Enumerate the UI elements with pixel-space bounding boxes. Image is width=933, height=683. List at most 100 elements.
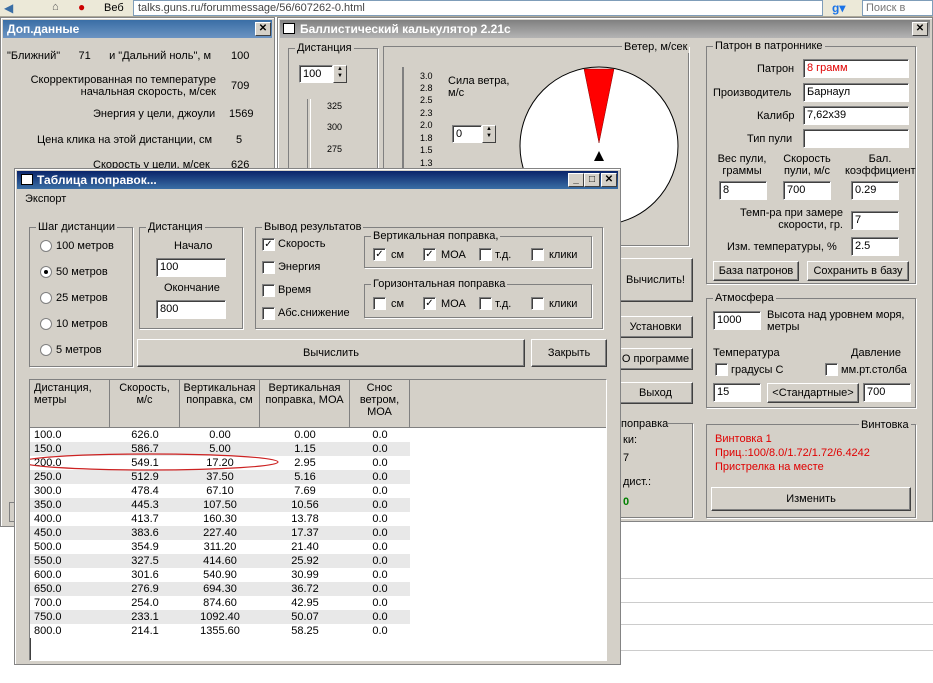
table-row[interactable]: 100.0 626.0 0.00 0.00 0.0 <box>30 428 410 442</box>
vert-checkbox[interactable] <box>479 248 492 261</box>
horiz-checkbox[interactable] <box>479 297 492 310</box>
table-row[interactable]: 500.0 354.9 311.20 21.40 0.0 <box>30 540 410 554</box>
settings-button[interactable]: Установки <box>618 316 693 338</box>
calculate-main-button[interactable]: Вычислить! <box>618 258 693 302</box>
altitude-input[interactable]: 1000 <box>713 311 761 330</box>
end-label: Окончание <box>164 282 220 294</box>
measure-temp-value: 7 <box>855 214 862 226</box>
caliber-input[interactable]: 7,62x39 <box>803 106 909 125</box>
back-icon[interactable]: ◀ <box>4 1 28 15</box>
search-input[interactable]: Поиск в Goog <box>862 0 933 28</box>
click-price-value: 5 <box>236 134 243 146</box>
end-input[interactable]: 800 <box>156 300 226 319</box>
table-row[interactable]: 700.0 254.0 874.60 42.95 0.0 <box>30 596 410 610</box>
forward-icon[interactable]: ● <box>78 0 92 14</box>
table-row[interactable]: 600.0 301.6 540.90 30.99 0.0 <box>30 568 410 582</box>
mmhg-checkbox[interactable] <box>825 363 838 376</box>
bullet-type-input[interactable] <box>803 129 909 148</box>
speed-input[interactable]: 700 <box>783 181 831 200</box>
distance-input[interactable]: 100 <box>299 65 333 83</box>
maximize-icon[interactable]: □ <box>584 173 600 187</box>
table-row[interactable]: 450.0 383.6 227.40 17.37 0.0 <box>30 526 410 540</box>
maker-input[interactable]: Барнаул <box>803 83 909 102</box>
table-row[interactable]: 750.0 233.1 1092.40 50.07 0.0 <box>30 610 410 624</box>
step-radio[interactable] <box>40 266 52 278</box>
save-to-db-button[interactable]: Сохранить в базу <box>807 261 909 281</box>
vert-checkbox[interactable]: ✓ <box>373 248 386 261</box>
bullet-input[interactable]: 8 грамм <box>803 59 909 78</box>
table-cell: 0.0 <box>372 569 388 581</box>
output-checkbox[interactable] <box>262 261 275 274</box>
export-menu[interactable]: Экспорт <box>25 193 66 205</box>
column-header-label: Вертикальная поправка, см <box>183 382 256 406</box>
step-radio[interactable] <box>40 292 52 304</box>
cartridge-db-button[interactable]: База патронов <box>713 261 799 281</box>
home-icon[interactable]: ⌂ <box>52 1 66 15</box>
step-radio[interactable] <box>40 240 52 252</box>
celsius-checkbox[interactable] <box>715 363 728 376</box>
cartridge-db-label: База патронов <box>718 265 794 277</box>
step-radio[interactable] <box>40 344 52 356</box>
output-checkbox[interactable] <box>262 284 275 297</box>
column-header[interactable]: Дистанция, метры <box>30 380 110 428</box>
table-row[interactable]: 400.0 413.7 160.30 13.78 0.0 <box>30 512 410 526</box>
about-label: О программе <box>621 353 690 365</box>
bc-input[interactable]: 0.29 <box>851 181 899 200</box>
change-rifle-button[interactable]: Изменить <box>711 487 911 511</box>
column-header[interactable]: Вертикальная поправка, см <box>180 380 260 428</box>
wind-scale-tick: 2.0 <box>420 120 433 130</box>
horiz-checkbox[interactable] <box>373 297 386 310</box>
pressure-input[interactable]: 700 <box>863 383 911 402</box>
vert-checkbox[interactable]: ✓ <box>423 248 436 261</box>
output-checkbox[interactable] <box>262 307 275 320</box>
temperature-input[interactable]: 15 <box>713 383 761 402</box>
column-header[interactable]: Вертикальная поправка, МОА <box>260 380 350 428</box>
table-cell: 100.0 <box>34 429 62 441</box>
table-row[interactable]: 800.0 214.1 1355.60 58.25 0.0 <box>30 624 410 638</box>
vert-checkbox[interactable] <box>531 248 544 261</box>
wind-force-input[interactable]: 0 <box>452 125 482 143</box>
close-icon[interactable]: ✕ <box>255 22 271 36</box>
table-cell: 0.0 <box>372 527 388 539</box>
output-checkbox[interactable]: ✓ <box>262 238 275 251</box>
step-radio[interactable] <box>40 318 52 330</box>
horiz-checkbox[interactable]: ✓ <box>423 297 436 310</box>
measure-temp-input[interactable]: 7 <box>851 211 899 230</box>
table-cell: 10.56 <box>291 499 319 511</box>
distance-spinner[interactable]: ▲ ▼ <box>333 65 347 83</box>
table-cell: 414.60 <box>203 555 237 567</box>
temp-change-label: Изм. температуры, % <box>727 241 837 253</box>
table-row[interactable]: 550.0 327.5 414.60 25.92 0.0 <box>30 554 410 568</box>
temp-change-input[interactable]: 2.5 <box>851 237 899 256</box>
close-icon[interactable]: ✕ <box>912 22 928 36</box>
table-cell: 0.0 <box>372 485 388 497</box>
close-icon[interactable]: ✕ <box>601 173 617 187</box>
table-row[interactable]: 650.0 276.9 694.30 36.72 0.0 <box>30 582 410 596</box>
partial-value: 0 <box>623 496 630 508</box>
exit-button[interactable]: Выход <box>618 382 693 404</box>
horizontal-group-label: Горизонтальная поправка <box>371 278 508 290</box>
standard-button[interactable]: <Стандартные> <box>767 383 859 403</box>
table-row[interactable]: 350.0 445.3 107.50 10.56 0.0 <box>30 498 410 512</box>
calculator-titlebar: Баллистический калькулятор 2.21с <box>280 20 930 38</box>
exit-label: Выход <box>639 387 672 399</box>
web-tab[interactable]: Веб <box>104 2 124 14</box>
table-row[interactable]: 300.0 478.4 67.10 7.69 0.0 <box>30 484 410 498</box>
close-button[interactable]: Закрыть <box>531 339 607 367</box>
weight-input[interactable]: 8 <box>719 181 767 200</box>
step-group: Шаг дистанции 100 метров 50 метров 25 ме… <box>29 221 133 367</box>
minimize-icon[interactable]: _ <box>568 173 584 187</box>
about-button[interactable]: О программе <box>618 348 693 370</box>
search-engine-icon[interactable]: g▾ <box>832 1 852 15</box>
highlight-ellipse <box>30 453 279 471</box>
distance-slider-track[interactable] <box>307 99 311 179</box>
address-bar[interactable]: talks.guns.ru/forummessage/56/607262-0.h… <box>133 0 823 16</box>
start-input[interactable]: 100 <box>156 258 226 277</box>
near-zero-value: 100 <box>231 50 250 62</box>
horiz-checkbox[interactable] <box>531 297 544 310</box>
column-header[interactable]: Снос ветром, МОА <box>350 380 410 428</box>
cartridge-group-label: Патрон в патроннике <box>713 40 825 52</box>
wind-force-spinner[interactable]: ▲ ▼ <box>482 125 496 143</box>
column-header[interactable]: Скорость, м/с <box>110 380 180 428</box>
calculate-button[interactable]: Вычислить <box>137 339 525 367</box>
